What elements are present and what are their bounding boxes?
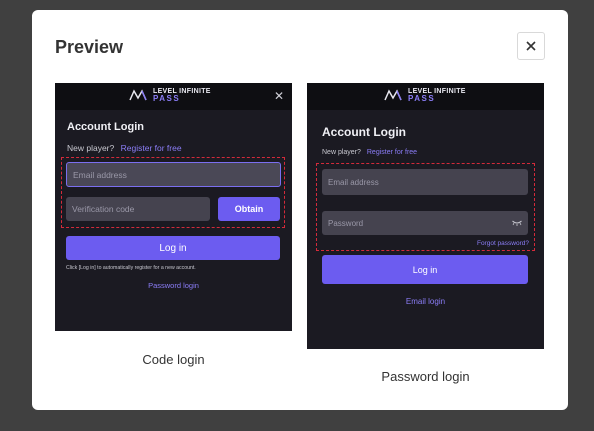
brand-line2: PASS — [408, 94, 436, 103]
code-login-caption: Code login — [142, 352, 205, 367]
register-link[interactable]: Register for free — [367, 149, 417, 156]
forgot-password-link[interactable]: Forgot password? — [457, 240, 529, 247]
level-infinite-logo: LEVEL INFINITE PASS — [384, 88, 466, 103]
modal-title: Preview — [55, 37, 124, 57]
card-header: LEVEL INFINITE PASS ✕ — [55, 83, 292, 110]
new-player-row: New player? Register for free — [67, 143, 182, 153]
login-button[interactable]: Log in — [66, 236, 280, 260]
password-login-link[interactable]: Password login — [55, 281, 292, 290]
level-infinite-logo: LEVEL INFINITE PASS — [129, 88, 211, 103]
password-login-preview: LEVEL INFINITE PASS Account Login New pl… — [307, 83, 544, 349]
code-login-preview: LEVEL INFINITE PASS ✕ Account Login New … — [55, 83, 292, 331]
account-login-title: Account Login — [67, 121, 144, 133]
brand-line2: PASS — [153, 94, 181, 103]
close-button[interactable] — [517, 32, 545, 60]
new-player-label: New player? — [322, 149, 361, 156]
verification-code-field[interactable]: Verification code — [66, 197, 210, 221]
register-link[interactable]: Register for free — [121, 143, 182, 153]
login-button[interactable]: Log in — [322, 255, 528, 284]
password-field[interactable]: Password — [322, 211, 528, 235]
brand-mark-icon — [384, 89, 402, 101]
eye-closed-icon[interactable] — [512, 220, 522, 226]
email-field[interactable]: Email address — [322, 169, 528, 195]
card-header: LEVEL INFINITE PASS — [307, 83, 544, 110]
new-player-row: New player? Register for free — [322, 149, 417, 156]
password-placeholder: Password — [328, 218, 364, 228]
auto-register-hint: Click [Log in] to automatically register… — [66, 265, 196, 271]
close-icon[interactable]: ✕ — [274, 89, 284, 103]
password-login-caption: Password login — [381, 369, 470, 384]
new-player-label: New player? — [67, 143, 115, 153]
obtain-button[interactable]: Obtain — [218, 197, 280, 221]
close-icon — [526, 41, 536, 51]
brand-mark-icon — [129, 89, 147, 101]
preview-modal: Preview LEVEL INFINITE PASS ✕ Account Lo… — [32, 10, 568, 410]
email-field[interactable]: Email address — [66, 162, 281, 187]
email-login-link[interactable]: Email login — [307, 297, 544, 306]
account-login-title: Account Login — [322, 125, 406, 139]
